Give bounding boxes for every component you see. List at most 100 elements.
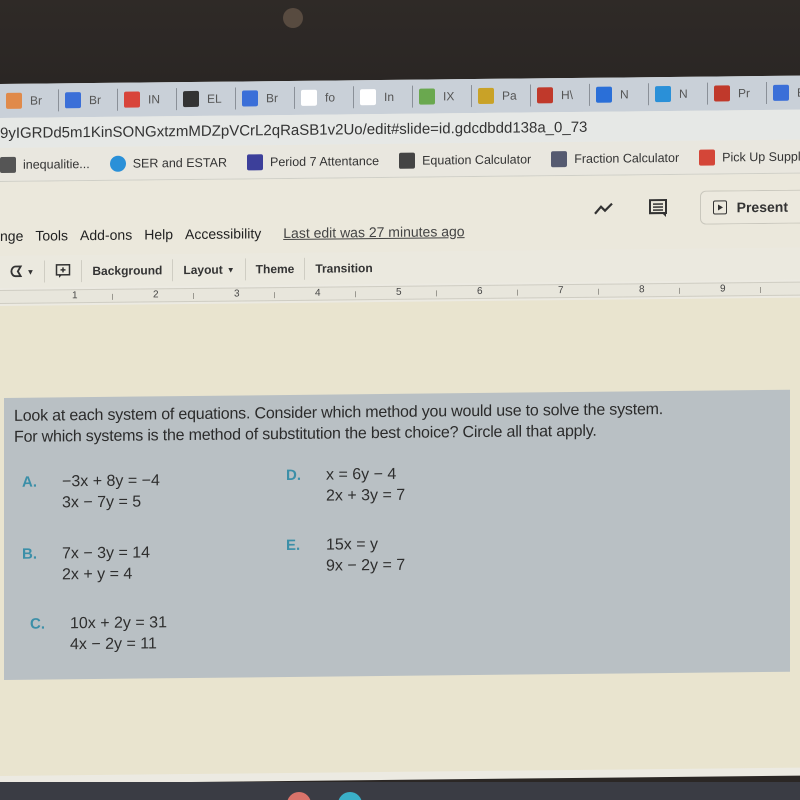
option-letter: E. [286, 536, 301, 555]
menu-help[interactable]: Help [144, 226, 173, 242]
browser-tab[interactable]: In [354, 85, 413, 109]
equation-1: −3x + 8y = −4 [62, 472, 160, 491]
equation-1: x = 6y − 4 [326, 465, 397, 484]
ruler-tick [760, 287, 761, 294]
google-docs-icon [242, 90, 258, 107]
option-b[interactable]: B. 7x − 3y = 14 2x + y = 4 [22, 542, 150, 585]
bookmark-item[interactable]: Period 7 Attentance [246, 153, 379, 170]
equation-2: 9x − 2y = 7 [326, 556, 406, 575]
comments-icon[interactable] [646, 196, 670, 220]
bookmark-label: inequalitie... [23, 156, 90, 172]
browser-tab-label: Br [89, 92, 101, 108]
browser-tab[interactable]: Br [59, 88, 118, 112]
gmail-icon [699, 149, 716, 166]
equation-1: 10x + 2y = 31 [70, 614, 167, 633]
ruler-number: 4 [315, 287, 321, 299]
equation-1: 15x = y [326, 536, 379, 554]
ruler-number: 6 [477, 285, 483, 298]
google-docs-icon [773, 84, 789, 101]
browser-tab[interactable]: Br [767, 81, 800, 104]
bookmark-label: Pick Up Supplies Be... [722, 148, 800, 164]
option-c[interactable]: C. 10x + 2y = 31 4x − 2y = 11 [30, 612, 167, 655]
classroom-red-icon [714, 85, 730, 102]
theme-button[interactable]: Theme [245, 257, 306, 281]
present-button[interactable]: Present [699, 189, 800, 225]
orange-square-icon [6, 92, 22, 109]
theme-label: Theme [255, 261, 295, 277]
menu-add-ons[interactable]: Add-ons [80, 227, 132, 244]
browser-tab[interactable]: fo [295, 86, 354, 109]
menu-arrange[interactable]: nge [0, 228, 23, 244]
option-a[interactable]: A. −3x + 8y = −4 3x − 7y = 5 [22, 470, 160, 513]
menu-accessibility[interactable]: Accessibility [185, 225, 261, 242]
bookmark-item[interactable]: Fraction Calculator [551, 149, 680, 167]
ruler-number: 8 [639, 284, 645, 296]
add-comment-button[interactable] [45, 260, 83, 283]
browser-tab-label: Pa [502, 88, 517, 103]
screen: BrBrINELBrfoInIXPaH\NNPrBrBr 9yIGRDd5m1K… [0, 75, 800, 784]
layout-button[interactable]: Layout ▼ [173, 258, 246, 282]
option-e[interactable]: E. 15x = y 9x − 2y = 7 [286, 534, 405, 577]
line-tool-button[interactable]: ᗧ ▼ [0, 260, 46, 283]
option-letter: A. [22, 473, 37, 491]
url-text[interactable]: 9yIGRDd5m1KinSONGxtzmMDZpVCrL2qRaSB1v2Uo… [0, 118, 587, 141]
add-comment-icon [56, 264, 71, 278]
equation-1: 7x − 3y = 14 [62, 544, 151, 563]
browser-tab-label: Br [30, 93, 42, 108]
grammarly-icon [478, 87, 494, 104]
browser-tab[interactable]: IX [413, 85, 472, 108]
ruler-number: 7 [558, 285, 564, 297]
browser-tab[interactable]: H\ [531, 83, 590, 107]
browser-tab-label: N [679, 86, 688, 101]
browser-tab[interactable]: Br [0, 89, 59, 112]
activity-trend-icon[interactable] [592, 197, 616, 221]
browser-tab-label: H\ [561, 87, 573, 103]
ruler-number: 9 [720, 283, 726, 295]
background-button[interactable]: Background [82, 259, 174, 283]
browser-tab-label: fo [325, 90, 336, 105]
os-taskbar [0, 782, 800, 800]
bookmark-item[interactable]: Pick Up Supplies Be... [699, 148, 800, 166]
ruler-number: 2 [153, 289, 159, 301]
bookmark-item[interactable]: Equation Calculator [399, 151, 531, 169]
option-d[interactable]: D. x = 6y − 4 2x + 3y = 7 [286, 464, 405, 507]
circle-app-icon [655, 85, 671, 103]
taskbar-app-icon[interactable] [287, 792, 311, 800]
ixl-icon [419, 88, 435, 105]
present-label: Present [736, 198, 788, 216]
ruler-number: 5 [396, 286, 402, 298]
browser-tab[interactable]: EL [177, 87, 236, 111]
equation-2: 3x − 7y = 5 [62, 493, 142, 512]
browser-tab[interactable]: Pa [472, 84, 531, 108]
equation-2: 4x − 2y = 11 [70, 635, 157, 654]
equation-2: 2x + 3y = 7 [326, 486, 406, 505]
browser-tab[interactable]: N [590, 83, 649, 106]
laptop-bezel [0, 0, 800, 86]
question-card: Look at each system of equations. Consid… [4, 389, 790, 680]
ruler-tick [193, 292, 194, 299]
background-label: Background [92, 263, 163, 279]
bookmark-item[interactable]: SER and ESTAR [109, 154, 227, 172]
menu-tools[interactable]: Tools [35, 227, 68, 243]
ruler-tick [355, 291, 356, 298]
transition-button[interactable]: Transition [305, 257, 382, 280]
browser-tab[interactable]: N [649, 82, 708, 106]
browser-tab[interactable]: IN [118, 88, 177, 111]
line-tool-icon: ᗧ [10, 263, 23, 281]
calculator-icon [399, 152, 416, 169]
ruler-number: 3 [234, 288, 240, 300]
slide-canvas: Look at each system of equations. Consid… [0, 297, 800, 776]
question-prompt: Look at each system of equations. Consid… [14, 399, 663, 448]
browser-tab[interactable]: Br [236, 86, 295, 110]
bookmark-label: Fraction Calculator [574, 150, 680, 166]
bookmark-item[interactable]: inequalitie... [0, 156, 90, 173]
last-edit-link[interactable]: Last edit was 27 minutes ago [283, 223, 464, 241]
classroom-red-icon [537, 87, 553, 104]
browser-tab-label: N [620, 87, 629, 102]
split-view-icon [596, 86, 612, 103]
taskbar-app-icon[interactable] [338, 792, 362, 800]
browser-tab-label: Br [266, 91, 278, 106]
t-app-icon [124, 91, 140, 108]
option-letter: B. [22, 545, 37, 563]
browser-tab[interactable]: Pr [708, 81, 767, 105]
